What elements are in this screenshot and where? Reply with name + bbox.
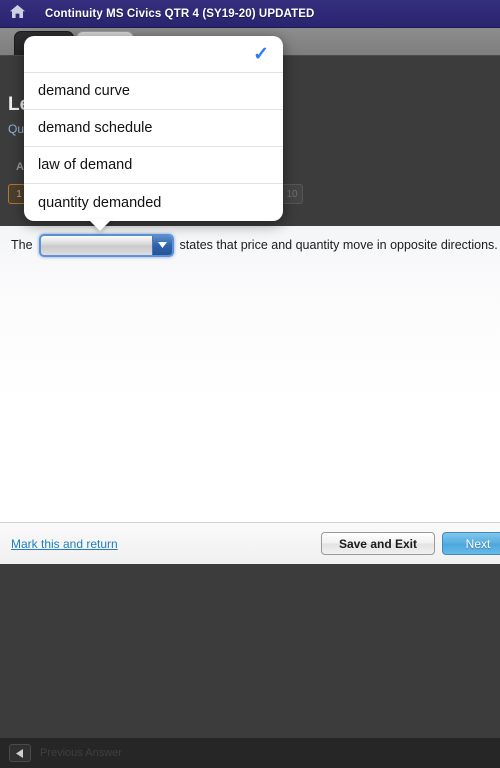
- question-nav-item-10[interactable]: 10: [281, 184, 303, 204]
- back-arrow-icon: [16, 748, 23, 758]
- chevron-down-icon: [157, 242, 167, 248]
- app-title: Continuity MS Civics QTR 4 (SY19-20) UPD…: [45, 7, 315, 20]
- option-demand-schedule[interactable]: demand schedule: [24, 110, 283, 147]
- lesson-subtitle: Qu: [8, 122, 25, 136]
- home-button[interactable]: [0, 0, 34, 28]
- checkmark-icon: ✓: [253, 43, 269, 65]
- option-law-of-demand[interactable]: law of demand: [24, 147, 283, 184]
- next-button[interactable]: Next: [442, 532, 500, 555]
- footer-buttons: Save and Exit Next: [320, 532, 500, 555]
- top-app-bar: Continuity MS Civics QTR 4 (SY19-20) UPD…: [0, 0, 500, 28]
- save-and-exit-button[interactable]: Save and Exit: [320, 532, 435, 555]
- option-quantity-demanded[interactable]: quantity demanded: [24, 184, 283, 221]
- section-letter-label: A: [16, 161, 24, 173]
- answer-select[interactable]: [38, 233, 174, 257]
- sentence-text-after: states that price and quantity move in o…: [179, 238, 498, 252]
- option-demand-curve[interactable]: demand curve: [24, 73, 283, 110]
- select-options-popup[interactable]: ✓ demand curve demand schedule law of de…: [24, 36, 283, 221]
- option-blank[interactable]: ✓: [24, 36, 283, 73]
- home-icon: [9, 4, 26, 24]
- bottom-toolbar: Previous Answer: [0, 738, 500, 768]
- select-arrow-button[interactable]: [151, 235, 172, 255]
- footer-action-bar: Mark this and return Save and Exit Next: [0, 522, 500, 564]
- mark-this-and-return-link[interactable]: Mark this and return: [11, 537, 118, 551]
- popup-pointer-arrow: [88, 219, 112, 231]
- app-window: Continuity MS Civics QTR 4 (SY19-20) UPD…: [0, 0, 500, 768]
- previous-answer-button[interactable]: [9, 744, 31, 762]
- question-content-area: The states that price and quantity move …: [0, 226, 500, 522]
- fill-in-the-blank-sentence: The states that price and quantity move …: [0, 230, 500, 260]
- sentence-text-before: The: [11, 238, 33, 252]
- previous-answer-label: Previous Answer: [40, 747, 122, 759]
